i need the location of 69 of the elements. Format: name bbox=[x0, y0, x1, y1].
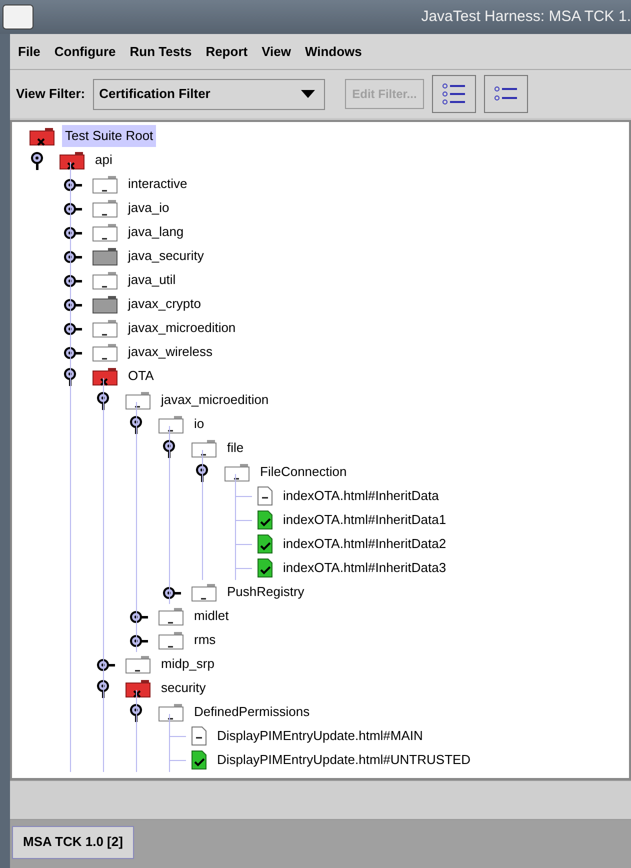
folder-icon bbox=[125, 390, 151, 410]
tree-node[interactable]: java_io bbox=[125, 197, 172, 219]
window-tab[interactable]: MSA TCK 1.0 [2] bbox=[12, 826, 134, 858]
tree-node[interactable]: Test Suite Root bbox=[62, 125, 156, 147]
tree-node[interactable]: javax_microedition bbox=[125, 317, 239, 339]
tree-node[interactable]: java_lang bbox=[125, 221, 187, 243]
tree-node[interactable]: PushRegistry bbox=[224, 581, 308, 603]
tree-node[interactable]: rms bbox=[191, 629, 219, 651]
list-icon bbox=[440, 82, 467, 106]
menu-item[interactable]: Windows bbox=[304, 42, 362, 62]
list-view-button[interactable] bbox=[484, 75, 528, 113]
folder-icon bbox=[191, 438, 217, 458]
tree-node[interactable]: OTA bbox=[125, 365, 157, 387]
tree-node[interactable]: indexOTA.html#InheritData3 bbox=[280, 557, 450, 579]
document-icon bbox=[257, 558, 273, 578]
menu-item[interactable]: View bbox=[262, 42, 291, 62]
folder-icon bbox=[29, 126, 55, 146]
tree-node[interactable]: midp_srp bbox=[158, 653, 218, 675]
tree-node[interactable]: io bbox=[191, 413, 208, 435]
menu-item[interactable]: File bbox=[18, 42, 40, 62]
tree-node[interactable]: java_util bbox=[125, 269, 179, 291]
tree-node[interactable]: javax_crypto bbox=[125, 293, 204, 315]
folder-icon bbox=[125, 678, 151, 698]
list-view-button[interactable] bbox=[432, 75, 476, 113]
tree-node[interactable]: api bbox=[92, 149, 116, 171]
tree-node[interactable]: file bbox=[224, 437, 247, 459]
filter-dropdown[interactable]: Certification Filter bbox=[93, 78, 326, 110]
folder-icon bbox=[158, 702, 184, 722]
folder-icon bbox=[92, 246, 118, 266]
document-icon bbox=[257, 486, 273, 506]
window-title: JavaTest Harness: MSA TCK 1. bbox=[421, 6, 631, 27]
folder-icon bbox=[92, 294, 118, 314]
tree-node[interactable]: indexOTA.html#InheritData bbox=[280, 485, 442, 507]
folder-icon bbox=[158, 630, 184, 650]
menu-item[interactable]: Report bbox=[206, 42, 248, 62]
tree-node[interactable]: DefinedPermissions bbox=[191, 701, 313, 723]
document-icon bbox=[257, 510, 273, 530]
dropdown-caret-icon bbox=[300, 89, 316, 99]
document-icon bbox=[257, 534, 273, 554]
window-icon bbox=[2, 4, 36, 30]
tree-node[interactable]: FileConnection bbox=[257, 461, 350, 483]
folder-icon bbox=[125, 654, 151, 674]
filter-label: View Filter: bbox=[16, 85, 86, 104]
tree-node[interactable]: indexOTA.html#InheritData2 bbox=[280, 533, 450, 555]
folder-icon bbox=[92, 174, 118, 194]
tree-node[interactable]: interactive bbox=[125, 173, 190, 195]
tree-node[interactable]: security bbox=[158, 677, 209, 699]
folder-icon bbox=[224, 462, 250, 482]
document-icon bbox=[191, 750, 207, 770]
menu-item[interactable]: Configure bbox=[54, 42, 116, 62]
tree-node[interactable]: indexOTA.html#InheritData1 bbox=[280, 509, 450, 531]
folder-icon bbox=[92, 198, 118, 218]
folder-icon bbox=[158, 606, 184, 626]
tree-node[interactable]: javax_microedition bbox=[158, 389, 272, 411]
document-icon bbox=[191, 726, 207, 746]
tree-node[interactable]: DisplayPIMEntryUpdate.html#MAIN bbox=[214, 725, 426, 747]
folder-icon bbox=[59, 150, 85, 170]
folder-icon bbox=[158, 414, 184, 434]
tree-node[interactable]: java_security bbox=[125, 245, 207, 267]
tree-node[interactable]: DisplayPIMEntryUpdate.html#UNTRUSTED bbox=[214, 749, 474, 771]
folder-icon bbox=[92, 366, 118, 386]
tree-node[interactable]: javax_wireless bbox=[125, 341, 216, 363]
folder-icon bbox=[92, 270, 118, 290]
menu-item[interactable]: Run Tests bbox=[130, 42, 192, 62]
folder-icon bbox=[92, 342, 118, 362]
folder-icon bbox=[92, 318, 118, 338]
folder-icon bbox=[191, 582, 217, 602]
tree-node[interactable]: midlet bbox=[191, 605, 232, 627]
folder-icon bbox=[92, 222, 118, 242]
